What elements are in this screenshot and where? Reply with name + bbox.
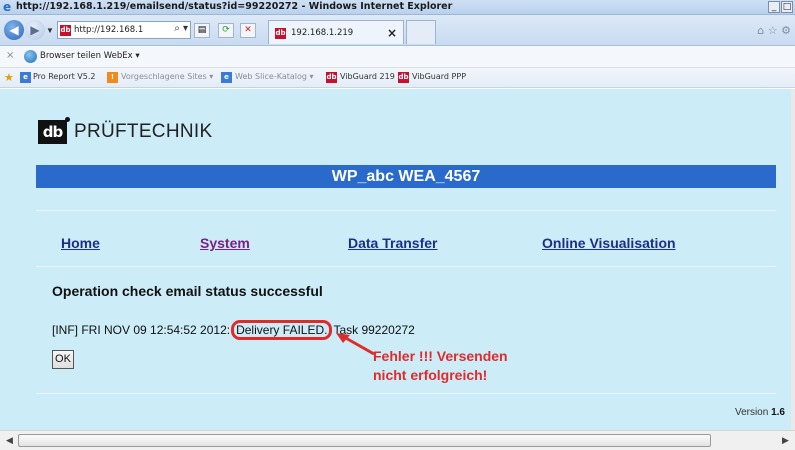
close-tab-icon[interactable]: × — [387, 26, 397, 40]
scroll-left-icon[interactable]: ◀ — [3, 435, 16, 447]
divider — [36, 210, 776, 211]
ie-logo-icon: e — [3, 0, 12, 14]
tab-label: 192.168.1.219 — [291, 28, 354, 38]
toolbar-items[interactable]: Browser teilen WebEx ▾ — [40, 51, 140, 61]
page-content: db PRÜFTECHNIK WP_abc WEA_4567 Home Syst… — [0, 89, 791, 430]
maximize-button[interactable]: □ — [781, 1, 793, 13]
page-title-banner: WP_abc WEA_4567 — [36, 165, 776, 188]
vertical-scrollbar[interactable] — [791, 89, 795, 430]
version-number: 1.6 — [771, 407, 785, 418]
status-heading: Operation check email status successful — [52, 283, 323, 299]
favorite-suggested-sites[interactable]: Vorgeschlagene Sites ▾ — [121, 72, 213, 81]
window-title: http://192.168.1.219/emailsend/status?id… — [16, 1, 453, 12]
globe-icon — [24, 50, 37, 63]
navigation-bar: ◀ ▶ ▼ db http://192.168.1.219/em ⌕ ▾ ▤ ⟳… — [0, 15, 795, 46]
favorites-star-icon[interactable]: ★ — [4, 71, 14, 84]
ok-button[interactable]: OK — [52, 350, 74, 369]
page-icon: e — [20, 72, 31, 83]
divider — [36, 393, 776, 394]
horizontal-scrollbar[interactable]: ◀ ▶ — [0, 430, 795, 450]
back-arrow-icon[interactable]: ◀ — [4, 20, 24, 40]
stop-icon[interactable]: ✕ — [240, 23, 256, 38]
pruftechnik-logo: db PRÜFTECHNIK — [38, 117, 213, 144]
home-favorites-tools-icons[interactable]: ⌂ ☆ ⚙ — [757, 24, 791, 37]
logo-mark: db — [38, 117, 70, 144]
favorite-vibguard-219[interactable]: VibGuard 219 — [340, 72, 395, 81]
page-icon: e — [221, 72, 232, 83]
window-controls: _ □ — [768, 1, 793, 13]
vibguard-icon: db — [326, 72, 337, 83]
delivery-failed-highlight: Delivery FAILED. — [231, 320, 333, 340]
message-prefix: [INF] FRI NOV 09 12:54:52 2012: — [52, 323, 231, 337]
annotation-line-2: nicht erfolgreich! — [373, 367, 488, 383]
close-toolbar-icon[interactable]: × — [6, 50, 14, 61]
nav-link-system[interactable]: System — [200, 235, 250, 251]
version-info: Version 1.6 — [735, 407, 785, 418]
site-favicon-icon: db — [60, 25, 71, 36]
favorites-bar: ★ e Pro Report V5.2 ! Vorgeschlagene Sit… — [0, 68, 795, 88]
browser-window: e http://192.168.1.219/emailsend/status?… — [0, 0, 795, 450]
new-tab-button[interactable] — [406, 20, 436, 44]
nav-link-online-visualisation[interactable]: Online Visualisation — [542, 235, 676, 251]
version-label: Version — [734, 407, 769, 418]
scroll-right-icon[interactable]: ▶ — [779, 435, 792, 447]
address-url[interactable]: http://192.168.1.219/em — [74, 25, 144, 35]
history-dropdown-icon[interactable]: ▼ — [46, 26, 54, 35]
command-toolbar: × Browser teilen WebEx ▾ — [0, 46, 795, 68]
logo-name: PRÜFTECHNIK — [74, 121, 213, 142]
refresh-icon[interactable]: ⟳ — [218, 23, 234, 38]
nav-link-data-transfer[interactable]: Data Transfer — [348, 235, 437, 251]
favorite-pro-report[interactable]: Pro Report V5.2 — [33, 72, 96, 81]
address-tools[interactable]: ⌕ ▾ — [174, 23, 188, 34]
tab-active[interactable]: db 192.168.1.219 × — [268, 20, 404, 44]
divider — [36, 266, 776, 267]
compatibility-view-icon[interactable]: ▤ — [194, 23, 210, 38]
favorite-vibguard-ppp[interactable]: VibGuard PPP — [412, 72, 466, 81]
title-bar: e http://192.168.1.219/emailsend/status?… — [0, 0, 795, 15]
address-bar[interactable]: db http://192.168.1.219/em ⌕ ▾ — [57, 21, 191, 39]
favorite-web-slice-gallery[interactable]: Web Slice-Katalog ▾ — [235, 72, 314, 81]
forward-arrow-icon[interactable]: ▶ — [25, 20, 45, 40]
tab-favicon-icon: db — [275, 28, 286, 39]
scrollbar-thumb[interactable] — [18, 434, 711, 447]
vibguard-icon: db — [398, 72, 409, 83]
minimize-button[interactable]: _ — [768, 1, 780, 13]
annotation-text: Fehler !!! Versenden nicht erfolgreich! — [373, 347, 508, 385]
annotation-line-1: Fehler !!! Versenden — [373, 348, 508, 364]
sites-icon: ! — [107, 72, 118, 83]
nav-link-home[interactable]: Home — [61, 235, 100, 251]
